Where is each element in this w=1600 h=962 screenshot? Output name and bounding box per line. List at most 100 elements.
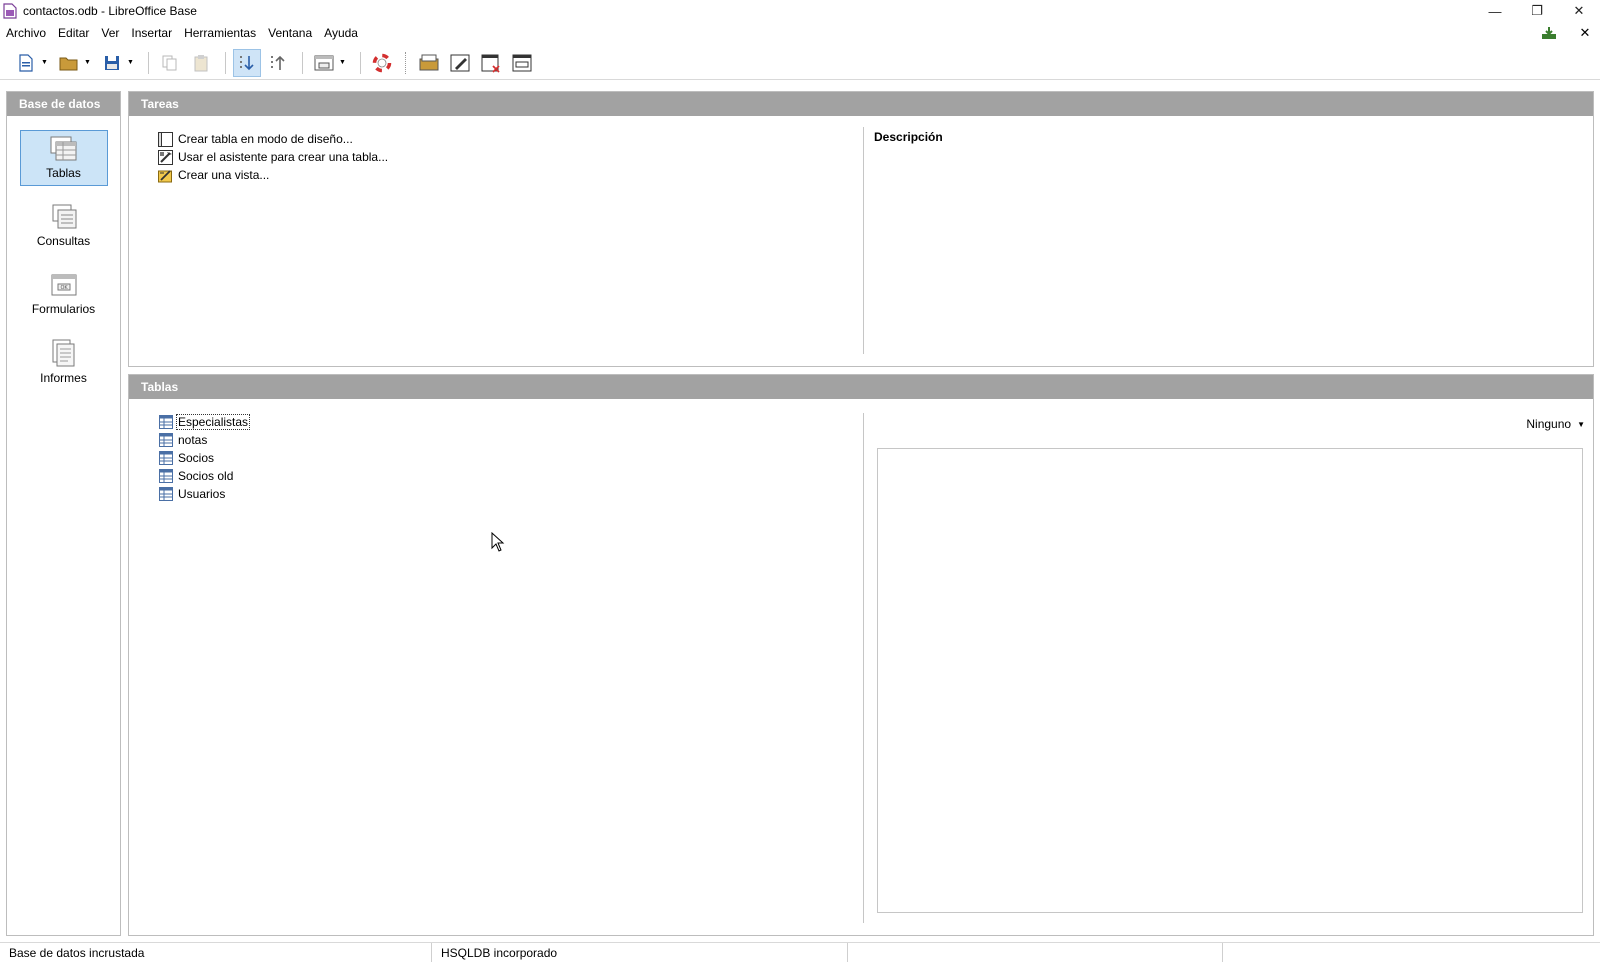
window-title: contactos.odb - LibreOffice Base bbox=[23, 4, 197, 18]
save-button[interactable] bbox=[98, 49, 126, 77]
table-item-usuarios[interactable]: Usuarios bbox=[159, 485, 249, 503]
open-database-object-button[interactable] bbox=[415, 49, 443, 77]
tasks-divider bbox=[863, 127, 864, 354]
sidebar-item-label: Consultas bbox=[36, 234, 91, 248]
database-panel-header: Base de datos bbox=[7, 92, 120, 116]
toolbar-separator bbox=[302, 51, 303, 74]
task-table-wizard[interactable]: Usar el asistente para crear una tabla..… bbox=[157, 148, 388, 166]
restore-button[interactable]: ❐ bbox=[1516, 0, 1558, 22]
close-window-button[interactable]: ✕ bbox=[1558, 0, 1600, 22]
status-db-engine: HSQLDB incorporado bbox=[432, 942, 848, 962]
new-document-dropdown[interactable]: ▼ bbox=[40, 49, 49, 77]
menu-insertar[interactable]: Insertar bbox=[125, 22, 178, 44]
open-folder-icon bbox=[59, 57, 78, 70]
form-dropdown[interactable]: ▼ bbox=[338, 49, 347, 77]
svg-text:OK: OK bbox=[60, 285, 68, 291]
paste-button[interactable] bbox=[187, 49, 215, 77]
sidebar-item-informes[interactable]: Informes bbox=[20, 334, 108, 390]
queries-icon bbox=[52, 204, 76, 229]
table-icon bbox=[159, 469, 173, 483]
menu-ventana[interactable]: Ventana bbox=[262, 22, 318, 44]
sidebar-item-consultas[interactable]: Consultas bbox=[20, 198, 108, 254]
sort-ascending-icon bbox=[240, 55, 254, 70]
sidebar-item-formularios[interactable]: OK Formularios bbox=[20, 266, 108, 322]
forms-icon: OK bbox=[51, 274, 76, 296]
tables-icon bbox=[50, 136, 76, 161]
tables-panel-header: Tablas bbox=[129, 375, 1593, 399]
menu-editar[interactable]: Editar bbox=[52, 22, 95, 44]
delete-button[interactable] bbox=[477, 49, 505, 77]
lifebuoy-help-icon bbox=[372, 53, 392, 72]
table-icon bbox=[159, 415, 173, 429]
menu-archivo[interactable]: Archivo bbox=[0, 22, 52, 44]
task-label: Crear una vista... bbox=[178, 168, 270, 182]
status-embedded-db: Base de datos incrustada bbox=[0, 942, 432, 962]
toolbar-grip[interactable] bbox=[405, 51, 408, 74]
status-bar: Base de datos incrustada HSQLDB incorpor… bbox=[0, 942, 1600, 962]
preview-area bbox=[877, 448, 1583, 913]
status-cell-3 bbox=[848, 942, 1223, 962]
design-table-icon bbox=[157, 131, 173, 147]
table-wizard-icon bbox=[157, 149, 173, 165]
table-name: notas bbox=[178, 433, 208, 447]
table-item-notas[interactable]: notas bbox=[159, 431, 249, 449]
sort-descending-icon bbox=[271, 55, 285, 70]
table-name: Especialistas bbox=[175, 414, 251, 430]
database-panel: Base de datos Tablas Consultas OK Formul… bbox=[6, 91, 121, 936]
help-button[interactable] bbox=[368, 49, 396, 77]
preview-mode-select[interactable]: Ninguno ▼ bbox=[1526, 417, 1585, 431]
title-bar: contactos.odb - LibreOffice Base — ❐ ✕ bbox=[0, 0, 1600, 22]
status-cell-4 bbox=[1223, 943, 1600, 962]
paste-icon bbox=[194, 54, 208, 71]
open-object-icon bbox=[419, 54, 439, 70]
tasks-panel: Tareas Crear tabla en modo de diseño... … bbox=[128, 91, 1594, 367]
table-item-socios[interactable]: Socios bbox=[159, 449, 249, 467]
task-create-view[interactable]: Crear una vista... bbox=[157, 166, 388, 184]
table-icon bbox=[159, 487, 173, 501]
minimize-button[interactable]: — bbox=[1474, 0, 1516, 22]
task-label: Usar el asistente para crear una tabla..… bbox=[178, 150, 389, 164]
sort-ascending-button[interactable] bbox=[233, 48, 261, 77]
open-dropdown[interactable]: ▼ bbox=[83, 49, 92, 77]
task-create-table-design[interactable]: Crear tabla en modo de diseño... bbox=[157, 130, 388, 148]
menu-ayuda[interactable]: Ayuda bbox=[318, 22, 364, 44]
table-name: Usuarios bbox=[178, 487, 226, 501]
toolbar-separator bbox=[225, 51, 226, 74]
save-icon bbox=[105, 55, 119, 70]
open-button[interactable] bbox=[55, 49, 83, 77]
rename-icon bbox=[512, 54, 532, 71]
update-download-icon[interactable] bbox=[1540, 25, 1558, 41]
description-title: Descripción bbox=[874, 130, 943, 144]
tables-divider bbox=[863, 413, 864, 923]
table-item-socios-old[interactable]: Socios old bbox=[159, 467, 249, 485]
chevron-down-icon: ▼ bbox=[1577, 419, 1585, 429]
tasks-panel-header: Tareas bbox=[129, 92, 1593, 116]
sidebar-item-label: Tablas bbox=[46, 166, 81, 180]
tasks-list: Crear tabla en modo de diseño... Usar el… bbox=[157, 130, 388, 184]
copy-button[interactable] bbox=[156, 49, 184, 77]
window-controls: — ❐ ✕ bbox=[1474, 0, 1600, 22]
edit-button[interactable] bbox=[446, 49, 474, 77]
standard-toolbar: ▼ ▼ ▼ ▼ bbox=[0, 46, 1600, 80]
form-icon bbox=[314, 55, 334, 70]
table-name: Socios bbox=[178, 451, 215, 465]
table-icon bbox=[159, 433, 173, 447]
new-document-button[interactable] bbox=[12, 49, 40, 77]
menu-herramientas[interactable]: Herramientas bbox=[178, 22, 262, 44]
preview-mode-value: Ninguno bbox=[1526, 417, 1572, 431]
edit-icon bbox=[450, 54, 470, 71]
menubar-right-controls: ✕ bbox=[1540, 22, 1594, 44]
menu-ver[interactable]: Ver bbox=[95, 22, 125, 44]
sidebar-item-tablas[interactable]: Tablas bbox=[19, 130, 108, 186]
toolbar-separator bbox=[360, 51, 361, 74]
rename-button[interactable] bbox=[508, 49, 536, 77]
new-document-icon bbox=[19, 53, 33, 72]
form-button[interactable] bbox=[310, 49, 338, 77]
toolbar-separator bbox=[148, 51, 149, 74]
save-dropdown[interactable]: ▼ bbox=[126, 49, 135, 77]
create-view-icon bbox=[157, 167, 173, 183]
close-document-button[interactable]: ✕ bbox=[1576, 25, 1594, 41]
table-item-especialistas[interactable]: Especialistas bbox=[159, 413, 251, 431]
table-icon bbox=[159, 451, 173, 465]
sort-descending-button[interactable] bbox=[264, 49, 292, 77]
